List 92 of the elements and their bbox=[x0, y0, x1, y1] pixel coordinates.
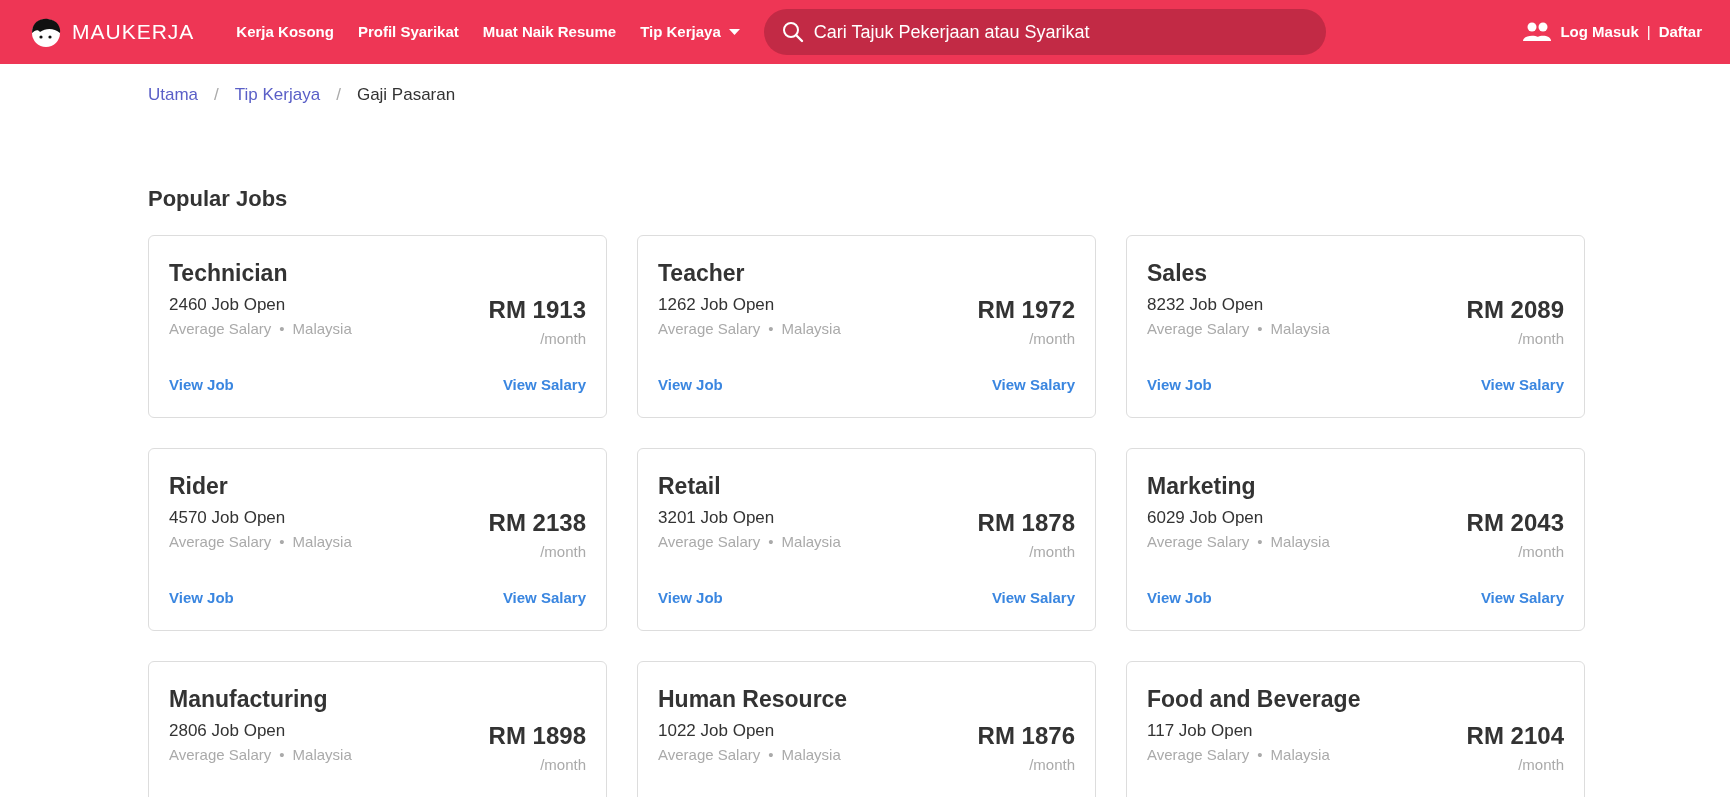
salary-period: /month bbox=[539, 329, 586, 349]
job-openings: 1022 Job Open bbox=[658, 720, 776, 742]
job-openings: 2460 Job Open bbox=[169, 294, 287, 316]
breadcrumb-link[interactable]: Utama bbox=[148, 82, 199, 108]
brand-name[interactable]: MAUKERJA bbox=[72, 16, 195, 48]
job-openings: 2806 Job Open bbox=[169, 720, 287, 742]
job-title: Sales bbox=[1147, 258, 1209, 288]
nav-link[interactable]: Profil Syarikat bbox=[357, 20, 459, 44]
view-salary-link[interactable]: View Salary bbox=[1480, 374, 1564, 397]
nav-link[interactable]: Muat Naik Resume bbox=[482, 20, 617, 44]
view-job-link[interactable]: View Job bbox=[658, 587, 723, 610]
bullet-separator: • bbox=[279, 744, 285, 765]
job-title: Rider bbox=[169, 471, 229, 501]
job-title: Marketing bbox=[1147, 471, 1257, 501]
salary-label: Average Salary bbox=[658, 318, 761, 339]
salary-label: Average Salary bbox=[169, 744, 272, 765]
view-job-link[interactable]: View Job bbox=[169, 587, 234, 610]
job-openings: 117 Job Open bbox=[1147, 720, 1254, 742]
view-job-link[interactable]: View Job bbox=[658, 374, 723, 397]
salary-period: /month bbox=[1517, 542, 1564, 562]
view-job-link[interactable]: View Job bbox=[1147, 587, 1212, 610]
breadcrumb-link[interactable]: Tip Kerjaya bbox=[234, 82, 321, 108]
salary-label: Average Salary bbox=[658, 744, 761, 765]
salary-label: Average Salary bbox=[1147, 318, 1250, 339]
users-icon bbox=[1522, 22, 1553, 42]
bullet-separator: • bbox=[768, 744, 774, 765]
salary-amount: RM 2043 bbox=[1466, 508, 1564, 538]
breadcrumb-separator: / bbox=[336, 84, 341, 106]
search-field[interactable]: Cari Tajuk Pekerjaan atau Syarikat bbox=[763, 9, 1326, 55]
bullet-separator: • bbox=[1257, 744, 1263, 765]
location-text: Malaysia bbox=[1270, 744, 1330, 765]
salary-amount: RM 2104 bbox=[1466, 721, 1564, 751]
view-job-link[interactable]: View Job bbox=[169, 374, 234, 397]
job-openings: 6029 Job Open bbox=[1147, 507, 1265, 529]
salary-period: /month bbox=[539, 755, 586, 775]
breadcrumb-separator: / bbox=[214, 84, 219, 106]
salary-period: /month bbox=[1028, 755, 1075, 775]
job-title: Retail bbox=[658, 471, 722, 501]
location-text: Malaysia bbox=[781, 318, 841, 339]
view-salary-link[interactable]: View Salary bbox=[502, 374, 586, 397]
salary-label: Average Salary bbox=[1147, 531, 1250, 552]
login-link[interactable]: Log Masuk bbox=[1560, 20, 1639, 44]
breadcrumb-current: Gaji Pasaran bbox=[356, 84, 456, 106]
salary-amount: RM 2089 bbox=[1466, 295, 1564, 325]
salary-period: /month bbox=[539, 542, 586, 562]
bullet-separator: • bbox=[768, 531, 774, 552]
salary-amount: RM 1913 bbox=[488, 295, 586, 325]
bullet-separator: • bbox=[1257, 531, 1263, 552]
salary-label: Average Salary bbox=[658, 531, 761, 552]
location-text: Malaysia bbox=[781, 744, 841, 765]
location-text: Malaysia bbox=[292, 318, 352, 339]
divider-text: | bbox=[1646, 21, 1651, 42]
salary-period: /month bbox=[1517, 755, 1564, 775]
salary-label: Average Salary bbox=[169, 531, 272, 552]
salary-amount: RM 1876 bbox=[977, 721, 1075, 751]
job-openings: 3201 Job Open bbox=[658, 507, 776, 529]
job-openings: 4570 Job Open bbox=[169, 507, 287, 529]
location-text: Malaysia bbox=[781, 531, 841, 552]
salary-period: /month bbox=[1028, 329, 1075, 349]
bullet-separator: • bbox=[279, 531, 285, 552]
location-text: Malaysia bbox=[1270, 531, 1330, 552]
job-title: Technician bbox=[169, 258, 289, 288]
view-salary-link[interactable]: View Salary bbox=[991, 587, 1075, 610]
section-title: Popular Jobs bbox=[148, 184, 289, 213]
bullet-separator: • bbox=[279, 318, 285, 339]
bullet-separator: • bbox=[1257, 318, 1263, 339]
job-openings: 1262 Job Open bbox=[658, 294, 776, 316]
salary-amount: RM 1972 bbox=[977, 295, 1075, 325]
bullet-separator: • bbox=[768, 318, 774, 339]
job-title: Human Resource bbox=[658, 684, 849, 714]
salary-period: /month bbox=[1028, 542, 1075, 562]
salary-amount: RM 2138 bbox=[488, 508, 586, 538]
caret-icon bbox=[728, 28, 740, 36]
view-salary-link[interactable]: View Salary bbox=[1480, 587, 1564, 610]
register-link[interactable]: Daftar bbox=[1658, 20, 1702, 44]
view-salary-link[interactable]: View Salary bbox=[502, 587, 586, 610]
salary-label: Average Salary bbox=[169, 318, 272, 339]
salary-label: Average Salary bbox=[1147, 744, 1250, 765]
job-title: Manufacturing bbox=[169, 684, 329, 714]
job-openings: 8232 Job Open bbox=[1147, 294, 1265, 316]
nav-link[interactable]: Kerja Kosong bbox=[236, 20, 334, 44]
job-title: Teacher bbox=[658, 258, 746, 288]
location-text: Malaysia bbox=[292, 744, 352, 765]
view-salary-link[interactable]: View Salary bbox=[991, 374, 1075, 397]
view-job-link[interactable]: View Job bbox=[1147, 374, 1212, 397]
salary-amount: RM 1878 bbox=[977, 508, 1075, 538]
salary-amount: RM 1898 bbox=[488, 721, 586, 751]
job-title: Food and Beverage bbox=[1147, 684, 1362, 714]
location-text: Malaysia bbox=[1270, 318, 1330, 339]
location-text: Malaysia bbox=[292, 531, 352, 552]
salary-period: /month bbox=[1517, 329, 1564, 349]
dropdown-menu-button[interactable]: Tip Kerjaya bbox=[640, 20, 740, 44]
